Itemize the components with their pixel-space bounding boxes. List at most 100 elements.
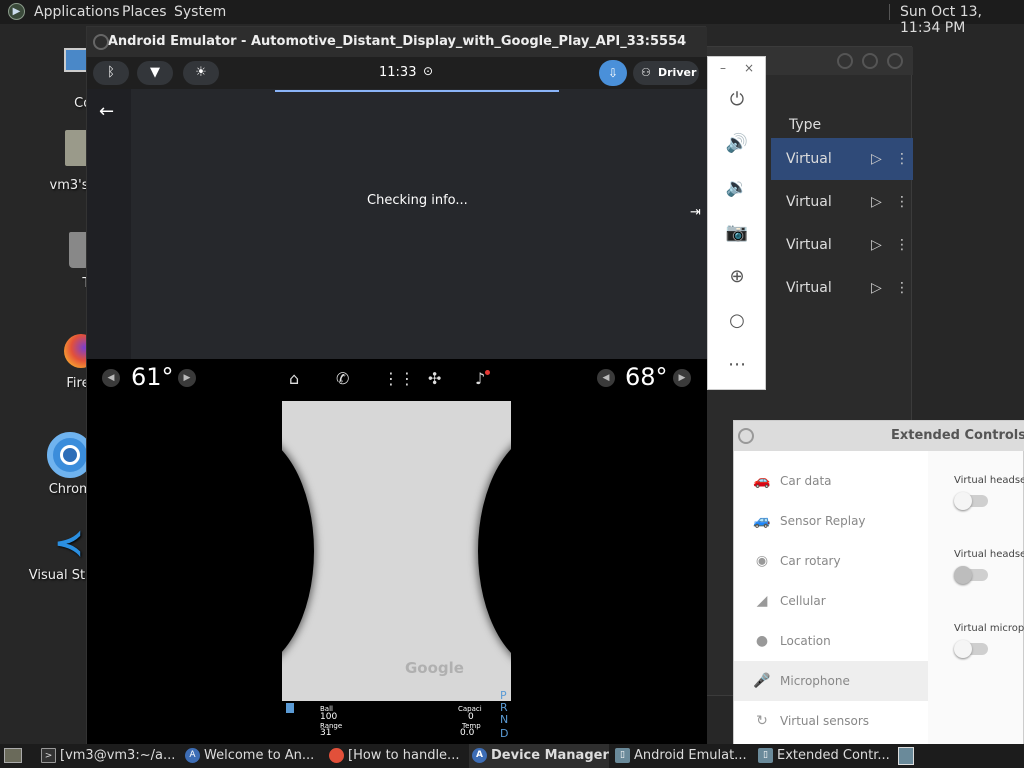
vscode-icon: ≺ [53,523,85,564]
right-temp-up-icon[interactable]: ▶ [673,369,691,387]
taskbar-item-terminal[interactable]: > [vm3@vm3:~/a... [38,744,178,768]
more-options-icon[interactable]: ⋮ [895,181,909,223]
window-control-icon[interactable] [887,53,903,69]
run-device-icon[interactable]: ▷ [871,138,882,180]
window-control-icon[interactable] [738,428,754,444]
phone-icon[interactable]: ✆ [336,369,349,388]
microphone-icon: 🎤 [753,673,771,689]
map-shape-left [282,431,314,671]
taskbar-item-emulator[interactable]: ▯ Android Emulat... [612,744,752,768]
power-icon[interactable]: ⏻ [725,88,749,112]
panel-clock[interactable]: Sun Oct 13, 11:34 PM [900,4,1024,36]
zoom-icon[interactable]: ⊕ [725,265,749,289]
run-device-icon[interactable]: ▷ [871,224,882,266]
emulator-titlebar[interactable]: Android Emulator - Automotive_Distant_Di… [87,27,707,57]
checking-info-text: Checking info... [367,193,468,208]
terminal-icon: > [41,748,56,763]
rotate-icon: ↻ [756,713,768,729]
minimize-icon[interactable]: – [720,61,726,75]
window-control-icon[interactable] [93,34,109,50]
extended-controls-titlebar[interactable]: Extended Controls - A [734,421,1024,451]
device-type: Virtual [786,151,832,167]
fan-icon[interactable]: ✣ [428,369,441,388]
driver-profile-button[interactable]: ⚇ Driver [633,61,699,85]
more-options-icon[interactable]: ⋮ [895,138,909,180]
more-icon[interactable]: ⋯ [725,353,749,377]
range-value: 31 [320,728,332,738]
right-temp-down-icon[interactable]: ◀ [597,369,615,387]
app-grid-icon[interactable]: ⋮⋮ [383,369,415,388]
left-temp-up-icon[interactable]: ▶ [178,369,196,387]
volume-down-icon[interactable]: 🔉 [725,176,749,200]
right-label-1: Virtual headset [954,475,1024,486]
device-row[interactable]: Virtual ▷ ⋮ [771,224,913,266]
left-temperature: 61° [131,363,174,391]
system-menu[interactable]: System [174,4,226,20]
rotary-icon: ◉ [755,553,769,569]
nav-location[interactable]: ● Location [734,621,928,661]
app-content: ← Checking info... ⇥ [87,89,707,359]
applications-menu[interactable]: Applications [34,4,120,20]
brightness-icon[interactable]: ☀ [183,61,219,85]
emulator-icon: ▯ [758,748,773,763]
nav-car-data[interactable]: 🚗 Car data [734,461,928,501]
nav-microphone[interactable]: 🎤 Microphone [734,661,928,701]
notification-dot [485,370,490,375]
volume-up-icon[interactable]: 🔊 [725,132,749,156]
taskbar-item-browser[interactable]: [How to handle... [326,744,466,768]
people-icon: ⚇ [641,66,651,79]
show-desktop-icon[interactable] [4,748,22,763]
device-row[interactable]: Virtual ▷ ⋮ [771,138,913,180]
places-menu[interactable]: Places [122,4,167,20]
camera-icon[interactable]: 📷 [725,221,749,245]
device-row[interactable]: Virtual ▷ ⋮ [771,267,913,309]
cellular-icon: ◢ [756,593,768,609]
home-icon[interactable]: ⌂ [289,369,299,388]
gear-d: D [500,727,509,740]
window-control-icon[interactable] [837,53,853,69]
toggle-knob [954,492,972,510]
virtual-headset-toggle-2[interactable] [954,566,988,584]
emulator-title: Android Emulator - Automotive_Distant_Di… [107,34,687,49]
map-shape-right [478,431,511,671]
extended-controls-title: Extended Controls - A [891,428,1024,443]
speed-value: 100 [320,712,338,722]
right-label-2: Virtual headset [954,549,1024,560]
emulator-screen[interactable]: ᛒ ▼ ☀ 11:33 ⊙ ⇩ ⚇ Driver ← Checking info… [87,57,707,745]
type-column-header[interactable]: Type [789,117,821,133]
window-control-icon[interactable] [862,53,878,69]
back-column: ← [87,89,131,359]
device-type: Virtual [786,237,832,253]
taskbar-item-extended-controls[interactable]: ▯ Extended Contr... [755,744,895,768]
gnome-foot-icon[interactable]: ▶ [8,3,25,20]
run-device-icon[interactable]: ▷ [871,181,882,223]
device-type: Virtual [786,194,832,210]
emulator-icon[interactable] [898,747,914,765]
car-icon: 🚗 [753,473,771,489]
run-device-icon[interactable]: ▷ [871,267,882,309]
status-time: 11:33 [379,65,417,80]
taskbar-item-welcome[interactable]: A Welcome to An... [182,744,322,768]
nav-sensor-replay[interactable]: 🚙 Sensor Replay [734,501,928,541]
more-options-icon[interactable]: ⋮ [895,267,909,309]
device-row[interactable]: Virtual ▷ ⋮ [771,181,913,223]
back-arrow-icon[interactable]: ← [99,101,114,122]
virtual-microphone-toggle[interactable] [954,640,988,658]
download-icon[interactable]: ⇩ [599,60,627,86]
left-temp-down-icon[interactable]: ◀ [102,369,120,387]
bluetooth-icon[interactable]: ᛒ [93,61,129,85]
more-options-icon[interactable]: ⋮ [895,224,909,266]
wifi-icon[interactable]: ▼ [137,61,173,85]
android-studio-icon: A [472,748,487,763]
home-circle-icon[interactable]: ○ [725,309,749,333]
virtual-headset-toggle-1[interactable] [954,492,988,510]
gear-n: N [500,713,509,726]
taskbar-item-device-manager[interactable]: A Device Manager [469,744,609,768]
close-icon[interactable]: × [744,61,754,75]
nav-car-rotary[interactable]: ◉ Car rotary [734,541,928,581]
notification-bell-icon[interactable]: ♪ [475,369,485,388]
nav-virtual-sensors[interactable]: ↻ Virtual sensors [734,701,928,741]
nav-cellular[interactable]: ◢ Cellular [734,581,928,621]
map-view[interactable]: Google [282,401,511,701]
panel-separator [889,4,890,20]
